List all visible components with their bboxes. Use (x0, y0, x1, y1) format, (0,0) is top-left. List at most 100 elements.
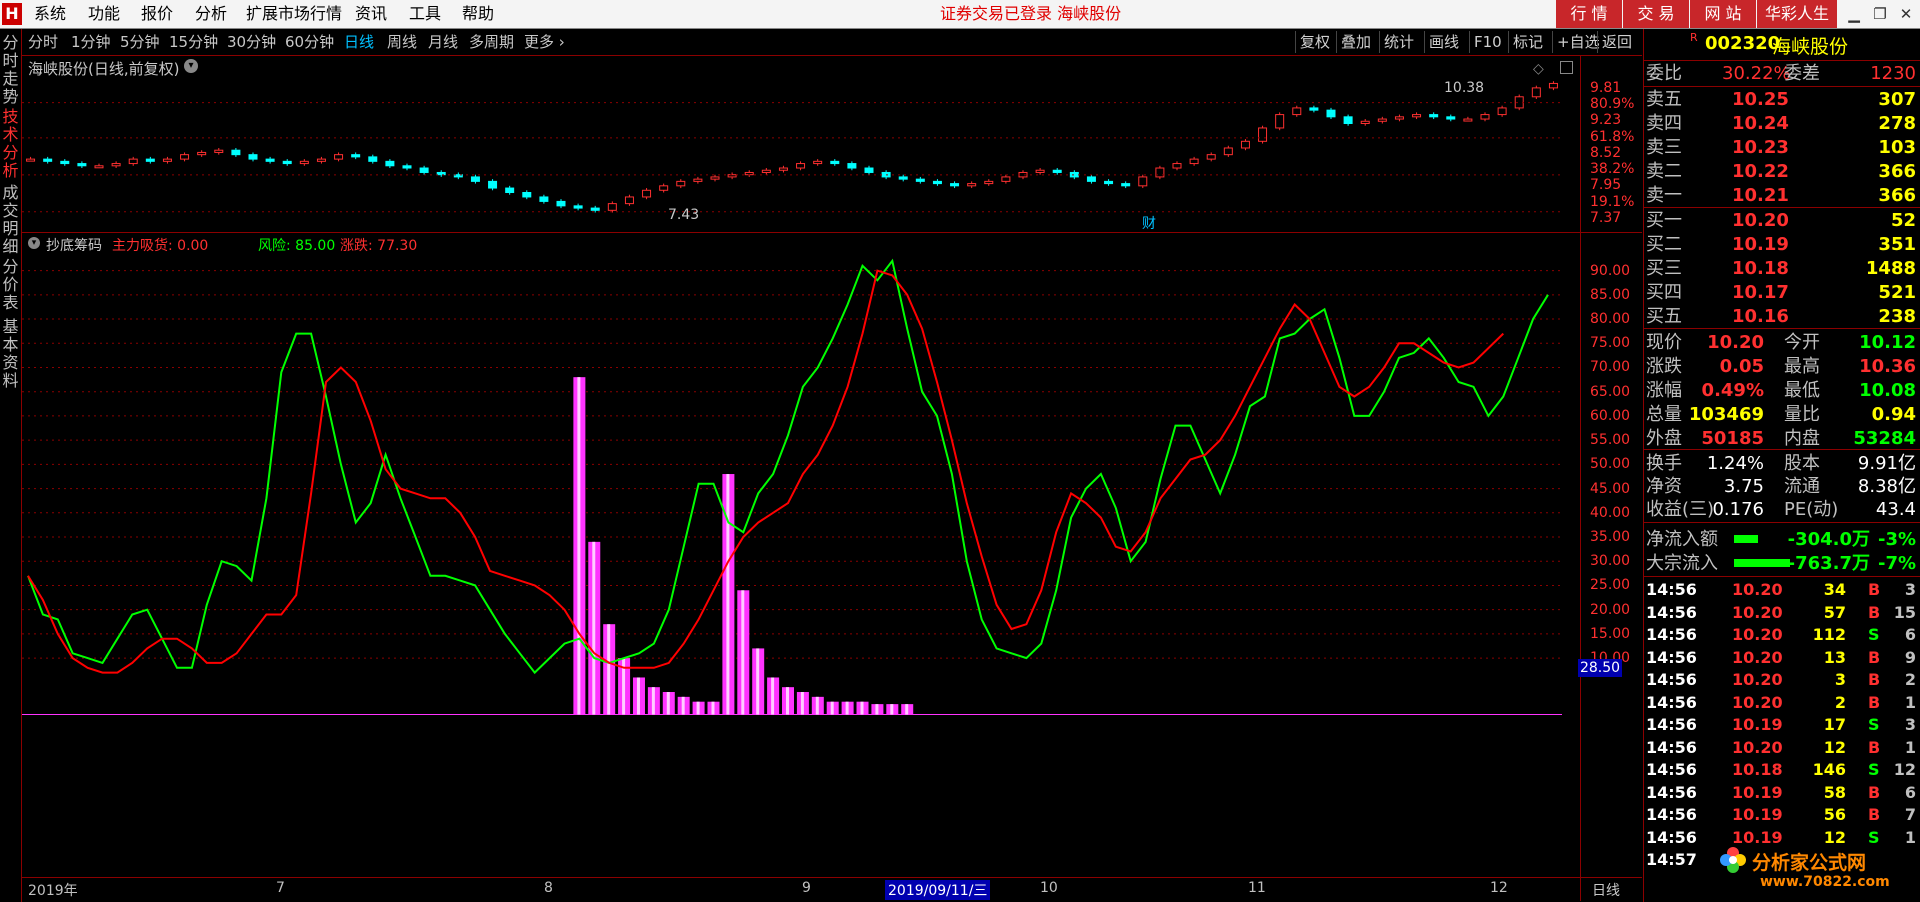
fund-value: 3.75 (1723, 476, 1764, 497)
menu-system[interactable]: 系统 (34, 0, 66, 28)
tick-side: B (1868, 782, 1881, 802)
tab-technical[interactable]: 技术分析 (0, 108, 21, 180)
period-more[interactable]: 更多 › (524, 29, 565, 55)
menu-help[interactable]: 帮助 (462, 0, 494, 28)
tick-side: B (1868, 647, 1881, 667)
quote-value: 10.12 (1859, 332, 1916, 353)
add-watch-button[interactable]: +自选 (1552, 31, 1604, 53)
mark-button[interactable]: 标记 (1508, 31, 1547, 53)
chevron-down-icon[interactable]: ▾ (28, 237, 40, 249)
axis-tick-label: 80.00 (1590, 311, 1631, 328)
candle-body (539, 196, 549, 202)
axis-tick-label: 35.00 (1590, 529, 1631, 545)
axis-tick-label: 90.00 (1590, 262, 1631, 279)
low-price-label: 7.43 (668, 207, 700, 223)
tick-volume: 58 (1823, 782, 1846, 802)
tick-volume: 12 (1823, 737, 1846, 757)
overlay-button[interactable]: 叠加 (1336, 31, 1375, 53)
tick-side: B (1868, 580, 1881, 599)
website-button[interactable]: 网 站 (1690, 0, 1757, 28)
tick-count: 9 (1904, 647, 1916, 667)
period-15min[interactable]: 15分钟 (169, 29, 218, 55)
period-60min[interactable]: 60分钟 (285, 29, 334, 55)
indicator-line-rise (27, 269, 1504, 674)
period-weekly[interactable]: 周线 (387, 29, 417, 55)
period-1min[interactable]: 1分钟 (71, 29, 111, 55)
fund-label: 收益(三) (1646, 499, 1715, 520)
tick-time: 14:56 (1646, 715, 1697, 734)
candle-body (1001, 176, 1011, 182)
tab-price-table[interactable]: 分价表 (0, 258, 21, 312)
minimize-icon[interactable]: ▁ (1840, 0, 1868, 28)
ask-price: 10.22 (1732, 161, 1789, 182)
candle-body (1360, 120, 1370, 125)
quote-row: 总量 103469 量比 0.94 (1646, 403, 1916, 426)
stats-button[interactable]: 统计 (1379, 31, 1418, 53)
restore-icon[interactable]: ❐ (1866, 0, 1894, 28)
period-timeshare[interactable]: 分时 (28, 29, 58, 55)
tab-trade-detail[interactable]: 成交明细 (0, 184, 21, 256)
menu-tools[interactable]: 工具 (409, 0, 441, 28)
bid-label: 买一 (1646, 210, 1682, 231)
tab-intraday[interactable]: 分时走势 (0, 34, 21, 106)
bid-row: 买五 10.16 238 (1646, 305, 1916, 328)
period-monthly[interactable]: 月线 (428, 29, 458, 55)
candle-body (334, 154, 344, 160)
tick-volume: 146 (1812, 760, 1846, 779)
candle-body (1463, 118, 1473, 122)
ask-volume: 278 (1878, 113, 1916, 134)
quote-value: 50185 (1701, 428, 1764, 449)
quote-value: 10.36 (1859, 356, 1916, 377)
menu-analysis[interactable]: 分析 (195, 0, 227, 28)
candlestick-chart[interactable] (22, 56, 1580, 232)
tick-count: 3 (1904, 580, 1916, 599)
menu-extended-market[interactable]: 扩展市场行情 (246, 0, 342, 28)
menu-function[interactable]: 功能 (88, 0, 120, 28)
absorb-bar-highlight (666, 692, 670, 715)
period-daily[interactable]: 日线 (344, 29, 374, 55)
panel-divider (22, 232, 1642, 233)
axis-tick-label: 15.00 (1590, 625, 1631, 642)
tick-volume: 13 (1823, 647, 1846, 667)
tick-price: 10.20 (1732, 580, 1783, 599)
tab-basic-info[interactable]: 基本资料 (0, 318, 21, 390)
period-5min[interactable]: 5分钟 (120, 29, 160, 55)
bid-price: 10.16 (1732, 306, 1789, 327)
quote-value: 0.94 (1871, 404, 1916, 425)
flow-label: 净流入额 (1646, 529, 1718, 550)
finance-marker[interactable]: 财 (1142, 213, 1156, 233)
fund-label: 换手 (1646, 453, 1682, 474)
bid-volume: 351 (1878, 234, 1916, 255)
trade-button[interactable]: 交 易 (1623, 0, 1690, 28)
menu-news[interactable]: 资讯 (355, 0, 387, 28)
quote-label: 内盘 (1784, 428, 1820, 449)
adjust-button[interactable]: 复权 (1295, 31, 1334, 53)
ask-row: 卖三 10.23 103 (1646, 136, 1916, 159)
candle-body (1155, 167, 1165, 178)
close-icon[interactable]: ✕ (1892, 0, 1920, 28)
indicator-chart[interactable] (22, 252, 1580, 872)
quote-label: 量比 (1784, 404, 1820, 425)
ask-price: 10.25 (1732, 89, 1789, 110)
back-button[interactable]: 返回 (1597, 31, 1636, 53)
draw-button[interactable]: 画线 (1424, 31, 1463, 53)
tick-price: 10.20 (1732, 737, 1783, 757)
axis-tick-label: 65.00 (1590, 383, 1631, 400)
candle-body (556, 200, 566, 207)
fund-row: 收益(三) 0.176 PE(动) 43.4 (1646, 498, 1916, 521)
market-button[interactable]: 行 情 (1556, 0, 1623, 28)
tick-count: 1 (1904, 692, 1916, 712)
period-multi[interactable]: 多周期 (469, 29, 514, 55)
axis-tick-label: 9.81 (1590, 79, 1622, 96)
menu-quote[interactable]: 报价 (141, 0, 173, 28)
bid-volume: 238 (1878, 306, 1916, 327)
tick-time: 14:56 (1646, 782, 1697, 802)
stock-name: 海峡股份 (1772, 36, 1849, 58)
flow-bar (1734, 535, 1758, 543)
huacai-button[interactable]: 华彩人生 (1757, 0, 1838, 28)
fund-value: 9.91亿 (1857, 453, 1916, 474)
f10-button[interactable]: F10 (1469, 31, 1506, 53)
period-30min[interactable]: 30分钟 (227, 29, 276, 55)
date-axis-line (22, 877, 1642, 878)
tick-row: 14:56 10.19 12 S 1 (1646, 827, 1916, 849)
